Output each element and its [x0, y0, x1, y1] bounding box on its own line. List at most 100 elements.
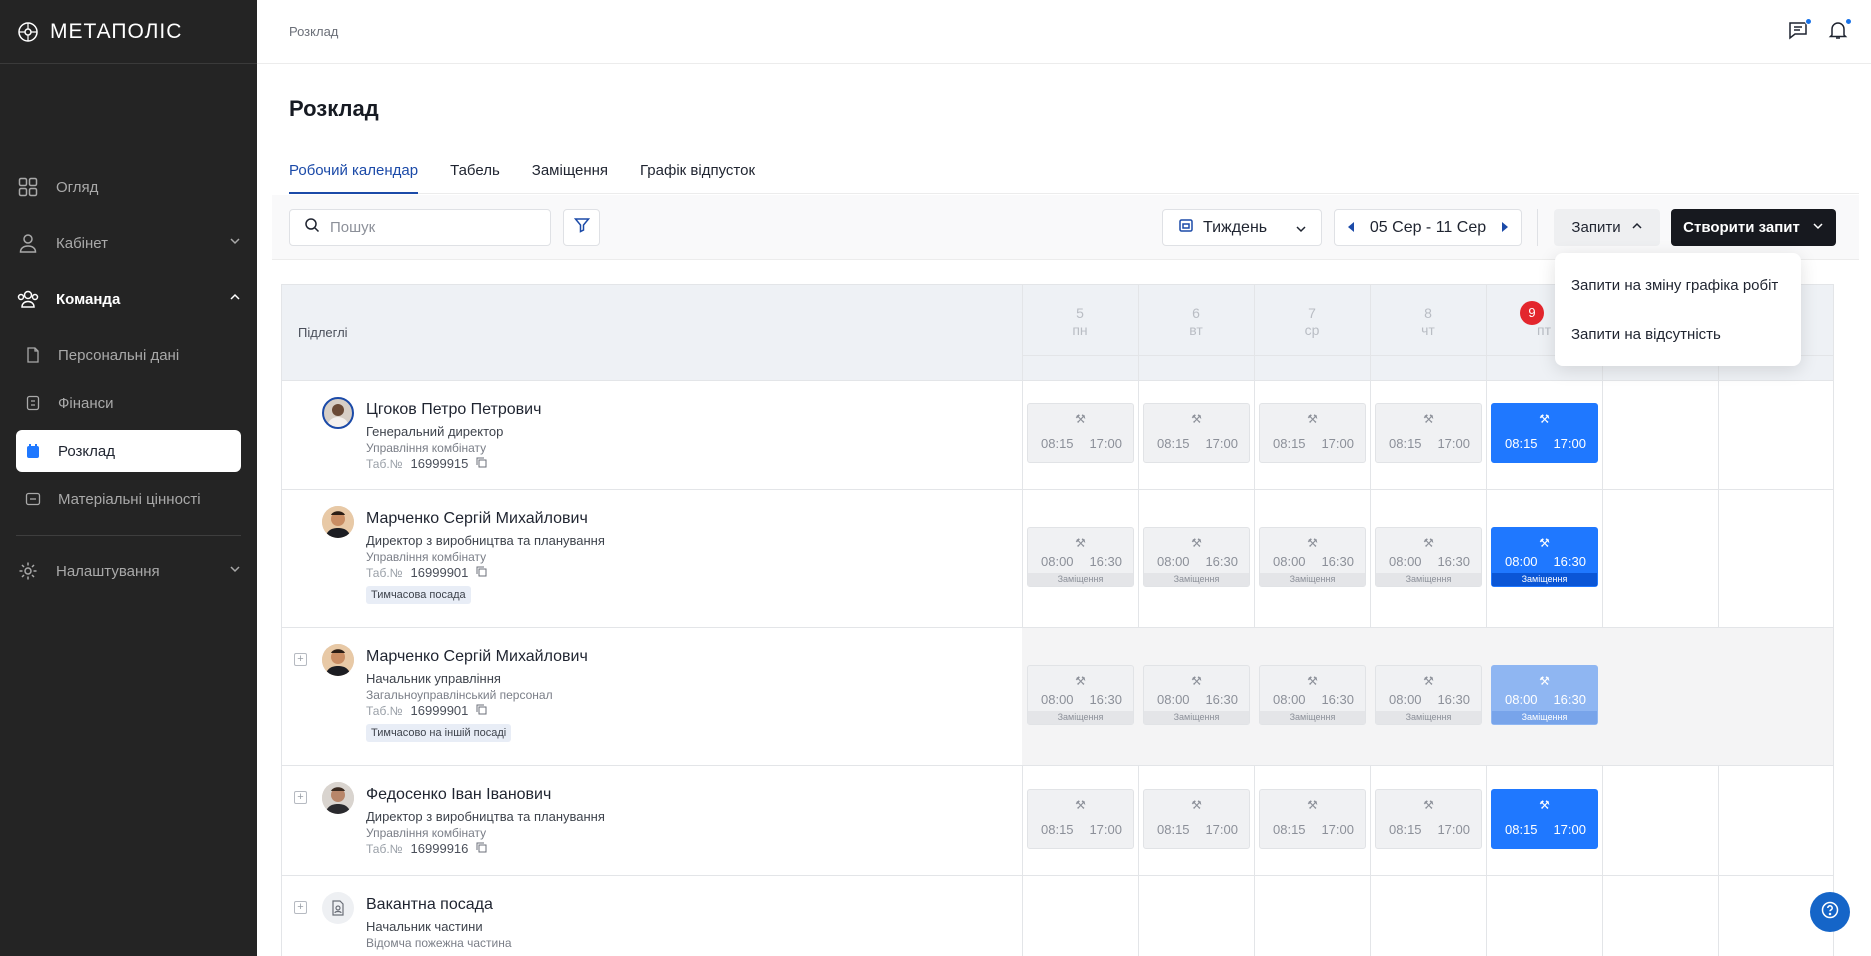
- filter-button[interactable]: [563, 209, 600, 246]
- sidebar-subitem-label: Персональні дані: [58, 346, 180, 364]
- day-weekday: вт: [1189, 322, 1203, 338]
- day-header: 5 пн: [1022, 285, 1138, 381]
- notification-dot: [1805, 18, 1812, 25]
- page-title: Розклад: [289, 96, 379, 121]
- sidebar-item-label: Огляд: [56, 178, 99, 196]
- day-number: 6: [1192, 305, 1200, 321]
- employee-name[interactable]: Марченко Сергій Михайлович: [366, 648, 588, 666]
- schedule-table: Підлеглі 5 пн 6 вт 7 ср 8 чт 9 пт Цгоков…: [281, 284, 1834, 956]
- shift-cell-today[interactable]: ⚒ 08:00 16:30 Заміщення: [1491, 527, 1598, 587]
- avatar: [322, 506, 354, 538]
- tools-icon: ⚒: [1307, 412, 1318, 426]
- shift-cell[interactable]: ⚒ 08:15 17:00: [1143, 403, 1250, 463]
- shift-cell[interactable]: ⚒ 08:00 16:30 Заміщення: [1259, 665, 1366, 725]
- sidebar-subitem-assets[interactable]: Матеріальні цінності: [16, 478, 241, 520]
- help-button[interactable]: [1810, 892, 1850, 932]
- sidebar-subitem-finance[interactable]: Фінанси: [16, 382, 241, 424]
- sidebar-item-label: Команда: [56, 290, 121, 308]
- sidebar-subitem-personal[interactable]: Персональні дані: [16, 334, 241, 376]
- shift-cell[interactable]: ⚒ 08:15 17:00: [1143, 789, 1250, 849]
- user-icon: [16, 231, 40, 255]
- employee-position: Директор з виробництва та планування: [366, 533, 605, 548]
- shift-cell[interactable]: ⚒ 08:00 16:30 Заміщення: [1375, 665, 1482, 725]
- shift-cell[interactable]: ⚒ 08:15 17:00: [1027, 789, 1134, 849]
- table-row[interactable]: Марченко Сергій Михайлович Директор з ви…: [282, 490, 1833, 628]
- create-request-button[interactable]: Створити запит: [1671, 209, 1836, 246]
- tab-prefix: Таб.№: [366, 456, 403, 471]
- shift-cell-today[interactable]: ⚒ 08:00 16:30 Заміщення: [1491, 665, 1598, 725]
- chevron-down-icon: [1295, 222, 1307, 240]
- shift-cell-today[interactable]: ⚒ 08:15 17:00: [1491, 789, 1598, 849]
- tab-timesheet[interactable]: Табель: [450, 158, 500, 194]
- shift-cell[interactable]: ⚒ 08:00 16:30 Заміщення: [1027, 527, 1134, 587]
- shift-cell[interactable]: ⚒ 08:15 17:00: [1259, 403, 1366, 463]
- messages-icon[interactable]: [1788, 18, 1812, 42]
- search-input[interactable]: [330, 219, 530, 236]
- tab-vacation-schedule[interactable]: Графік відпусток: [640, 158, 755, 194]
- table-row[interactable]: + Вакантна посада Начальник частини Відо…: [282, 876, 1833, 956]
- employee-department: Загальноуправлінський персонал: [366, 688, 553, 702]
- avatar: [322, 644, 354, 676]
- next-week-icon[interactable]: [1501, 219, 1509, 237]
- expand-icon[interactable]: +: [294, 653, 307, 666]
- period-select[interactable]: Тиждень: [1162, 209, 1322, 246]
- employee-name[interactable]: Федосенко Іван Іванович: [366, 786, 551, 804]
- sidebar-item-team[interactable]: Команда: [16, 278, 241, 320]
- employee-name[interactable]: Цгоков Петро Петрович: [366, 401, 541, 419]
- sidebar-item-settings[interactable]: Налаштування: [16, 550, 241, 592]
- copy-icon[interactable]: [476, 704, 487, 718]
- shift-cell-today[interactable]: ⚒ 08:15 17:00: [1491, 403, 1598, 463]
- expand-icon[interactable]: +: [294, 791, 307, 804]
- table-row[interactable]: Цгоков Петро Петрович Генеральний директ…: [282, 381, 1833, 490]
- shift-cell[interactable]: ⚒ 08:00 16:30 Заміщення: [1375, 527, 1482, 587]
- calendar-icon: [24, 442, 42, 460]
- chevron-down-icon: [1812, 219, 1824, 236]
- employee-position: Начальник частини: [366, 919, 483, 934]
- sidebar-item-label: Налаштування: [56, 562, 160, 580]
- logo-text: МЕТАПОЛІС: [50, 19, 183, 43]
- shift-cell[interactable]: ⚒ 08:15 17:00: [1027, 403, 1134, 463]
- gear-icon: [16, 559, 40, 583]
- tab-substitution[interactable]: Заміщення: [532, 158, 608, 194]
- employee-tab-number: Таб.№ 16999901: [366, 565, 487, 580]
- copy-icon[interactable]: [476, 842, 487, 856]
- employee-name[interactable]: Марченко Сергій Михайлович: [366, 510, 588, 528]
- breadcrumb[interactable]: Розклад: [289, 24, 338, 39]
- chevron-up-icon: [1631, 219, 1643, 236]
- bell-icon[interactable]: [1828, 18, 1852, 42]
- finance-icon: [24, 394, 42, 412]
- sidebar-divider: [16, 535, 241, 536]
- chevron-down-icon: [229, 562, 241, 579]
- shift-cell[interactable]: ⚒ 08:00 16:30 Заміщення: [1259, 527, 1366, 587]
- table-row[interactable]: + Марченко Сергій Михайлович Начальник у…: [282, 628, 1833, 766]
- create-request-label: Створити запит: [1683, 219, 1800, 236]
- date-range: 05 Сер - 11 Сер: [1334, 209, 1522, 246]
- row-cells: ⚒ 08:00 16:30 Заміщення ⚒ 08:00 16:30 Заміщенн…: [1022, 490, 1833, 627]
- dropdown-item-absence[interactable]: Запити на відсутність: [1571, 326, 1721, 343]
- dropdown-item-schedule-change[interactable]: Запити на зміну графіка робіт: [1571, 277, 1778, 294]
- logo[interactable]: МЕТАПОЛІС: [0, 0, 257, 64]
- expand-icon[interactable]: +: [294, 901, 307, 914]
- shift-cell[interactable]: ⚒ 08:15 17:00: [1259, 789, 1366, 849]
- filter-bar: Тиждень 05 Сер - 11 Сер Запити Створити …: [272, 195, 1859, 260]
- shift-cell[interactable]: ⚒ 08:15 17:00: [1375, 403, 1482, 463]
- shift-cell[interactable]: ⚒ 08:00 16:30 Заміщення: [1143, 665, 1250, 725]
- sidebar-subitem-schedule[interactable]: Розклад: [16, 430, 241, 472]
- table-row[interactable]: + Федосенко Іван Іванович Директор з вир…: [282, 766, 1833, 876]
- tab-work-calendar[interactable]: Робочий календар: [289, 158, 419, 194]
- requests-button[interactable]: Запити: [1554, 209, 1660, 246]
- copy-icon[interactable]: [476, 457, 487, 471]
- employee-name[interactable]: Вакантна посада: [366, 896, 493, 914]
- sidebar-item-overview[interactable]: Огляд: [16, 166, 241, 208]
- tab-number: 16999915: [410, 456, 469, 471]
- employee-tab-number: Таб.№ 16999901: [366, 703, 487, 718]
- shift-cell[interactable]: ⚒ 08:00 16:30 Заміщення: [1143, 527, 1250, 587]
- day-weekday: чт: [1421, 322, 1435, 338]
- copy-icon[interactable]: [476, 566, 487, 580]
- employee-position: Генеральний директор: [366, 424, 504, 439]
- prev-week-icon[interactable]: [1347, 219, 1355, 237]
- shift-cell[interactable]: ⚒ 08:15 17:00: [1375, 789, 1482, 849]
- shift-cell[interactable]: ⚒ 08:00 16:30 Заміщення: [1027, 665, 1134, 725]
- sidebar-item-cabinet[interactable]: Кабінет: [16, 222, 241, 264]
- day-header: 8 чт: [1370, 285, 1486, 381]
